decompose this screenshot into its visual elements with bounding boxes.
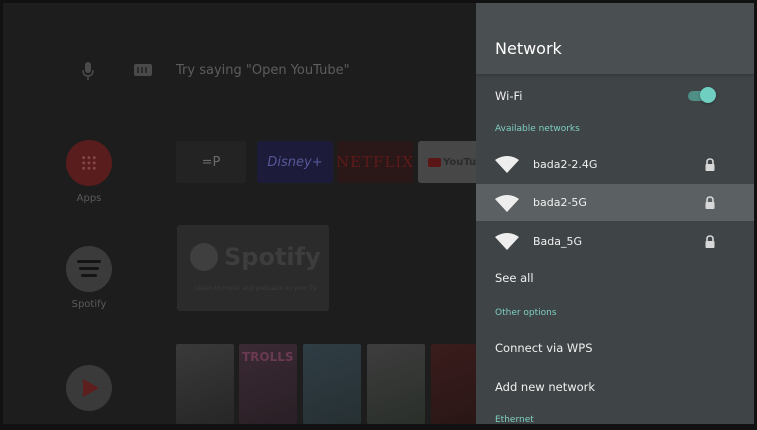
network-name: bada2-2.4G xyxy=(533,158,598,171)
add-network-button[interactable]: Add new network xyxy=(476,371,754,403)
spotify-icon[interactable] xyxy=(66,246,112,292)
add-network-label: Add new network xyxy=(495,380,596,394)
youtube-logo-icon xyxy=(428,157,441,167)
connect-wps-label: Connect via WPS xyxy=(495,341,593,355)
lock-icon xyxy=(705,158,715,171)
banner-title: Spotify xyxy=(224,243,321,271)
wifi-signal-icon xyxy=(495,233,519,250)
app-tile-p[interactable]: =P xyxy=(176,141,246,183)
network-panel: Network Wi-Fi Available networks bada2-2… xyxy=(476,3,754,424)
spotify-label: Spotify xyxy=(71,299,107,310)
lock-icon xyxy=(705,235,715,248)
network-name: bada2-5G xyxy=(533,196,587,209)
network-item[interactable]: Bada_5G xyxy=(476,222,754,260)
see-all-button[interactable]: See all xyxy=(476,263,754,293)
network-name: Bada_5G xyxy=(533,235,583,248)
app-tile-disney[interactable]: Disney+ xyxy=(257,141,333,183)
poster-5[interactable] xyxy=(431,344,476,424)
play-store-icon[interactable] xyxy=(66,365,112,411)
other-options-label: Other options xyxy=(495,308,557,318)
poster-1[interactable] xyxy=(176,344,234,424)
spotify-banner[interactable]: Spotify Listen to music and podcasts on … xyxy=(177,225,329,311)
available-networks-label: Available networks xyxy=(495,124,580,134)
wifi-toggle[interactable] xyxy=(688,86,716,104)
wifi-signal-icon xyxy=(495,195,519,212)
apps-grid-icon[interactable] xyxy=(66,140,112,186)
network-item-selected[interactable]: bada2-5G xyxy=(476,184,754,221)
banner-subtitle: Listen to music and podcasts on your TV xyxy=(195,285,317,292)
connect-wps-button[interactable]: Connect via WPS xyxy=(476,333,754,365)
see-all-label: See all xyxy=(495,271,534,285)
lock-icon xyxy=(705,196,715,209)
spotify-logo-icon xyxy=(190,243,218,271)
page-title: Network xyxy=(495,39,562,58)
wifi-label: Wi-Fi xyxy=(495,89,523,103)
home-screen-dimmed: Try saying "Open YouTube" Apps Spotify =… xyxy=(3,3,476,424)
network-item[interactable]: bada2-2.4G xyxy=(476,145,754,183)
ethernet-label: Ethernet xyxy=(495,415,534,424)
poster-4[interactable] xyxy=(367,344,425,424)
apps-label: Apps xyxy=(76,193,102,204)
wifi-signal-icon xyxy=(495,156,519,173)
assistant-hint: Try saying "Open YouTube" xyxy=(176,63,350,78)
keyboard-icon[interactable] xyxy=(134,64,152,76)
poster-3[interactable] xyxy=(303,344,361,424)
app-tile-youtube[interactable]: YouTube xyxy=(418,141,476,183)
app-tile-netflix[interactable]: NETFLIX xyxy=(337,141,413,183)
poster-trolls[interactable]: TROLLS xyxy=(239,344,297,424)
microphone-icon[interactable] xyxy=(81,61,95,81)
panel-header: Network xyxy=(476,3,754,74)
tv-screen: Try saying "Open YouTube" Apps Spotify =… xyxy=(3,3,754,424)
